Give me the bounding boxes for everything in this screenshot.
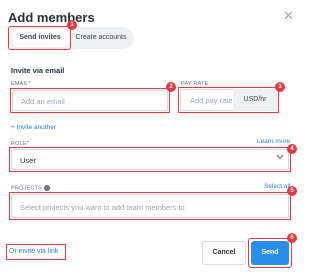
cancel-button[interactable]: Cancel [202, 241, 246, 265]
role-value: User [20, 156, 36, 165]
required-mark: * [28, 81, 31, 87]
annotation-badge-4: 4 [287, 144, 297, 154]
email-label: EMAIL* [11, 81, 31, 87]
invite-another-link[interactable]: + Invite another [11, 124, 56, 131]
pay-rate-placeholder: Add pay rate [190, 96, 232, 105]
info-icon: i [43, 185, 50, 191]
projects-placeholder: Select projects you want to add team mem… [20, 203, 185, 212]
email-placeholder: Add an email [21, 97, 65, 106]
annotation-badge-6: 6 [287, 233, 297, 243]
invite-via-link[interactable]: Or invite via link [9, 248, 58, 255]
annotation-badge-2: 2 [166, 82, 176, 92]
projects-label: PROJECTS i [11, 185, 50, 191]
close-icon[interactable]: ✕ [283, 9, 294, 22]
section-title: Invite via email [11, 66, 65, 75]
modal-title: Add members [8, 10, 95, 25]
annotation-badge-5: 5 [287, 186, 297, 196]
role-select[interactable]: User [11, 149, 289, 170]
learn-more-link[interactable]: Learn more [257, 138, 290, 145]
annotation-badge-1: 1 [67, 20, 77, 30]
chevron-down-icon[interactable] [276, 153, 284, 162]
send-button[interactable]: Send [251, 241, 289, 265]
projects-select[interactable]: Select projects you want to add team mem… [11, 194, 289, 218]
email-label-text: EMAIL [11, 81, 29, 87]
email-input[interactable]: Add an email [12, 90, 168, 111]
add-members-modal: Add members ✕ Send invites Create accoun… [0, 0, 300, 274]
highlight-box-1 [8, 26, 71, 50]
annotation-badge-3: 3 [275, 82, 285, 92]
tab-create-accounts[interactable]: Create accounts [71, 29, 131, 47]
pay-rate-unit: USD/hr [233, 89, 277, 111]
projects-label-text: PROJECTS [11, 185, 42, 192]
